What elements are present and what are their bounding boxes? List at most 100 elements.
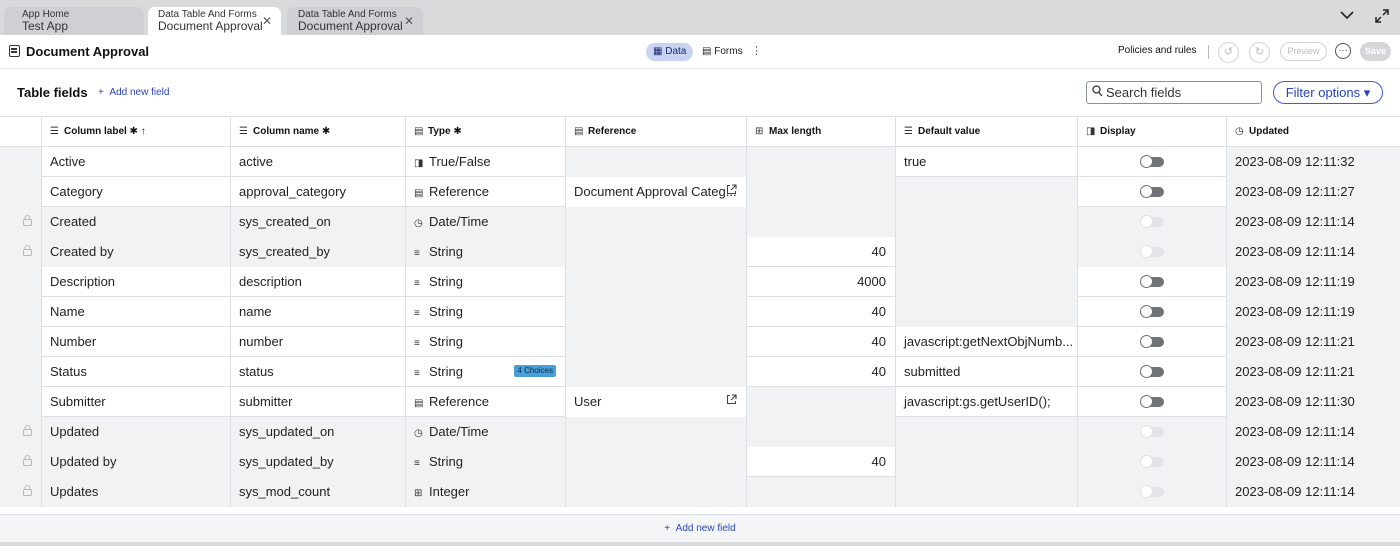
close-icon[interactable]: ✕ [262,14,272,28]
tab-document-approval-active[interactable]: Data Table And Forms Document Approval ✕ [148,7,281,35]
chevron-down-icon[interactable] [1340,8,1354,27]
header-select [0,117,42,147]
save-button[interactable]: Save [1360,42,1391,61]
display-toggle[interactable] [1140,395,1164,408]
plus-icon: + [98,87,110,98]
display-toggle[interactable] [1140,185,1164,198]
more-options-button[interactable]: ··· [1335,43,1351,59]
header-max-length[interactable]: ⊞ Max length [747,117,896,147]
type-value: String [429,274,463,289]
display-toggle[interactable] [1140,275,1164,288]
display-toggle[interactable] [1140,335,1164,348]
header-default-value[interactable]: ☰ Default value [896,117,1078,147]
search-input[interactable] [1106,85,1256,100]
header-column-name[interactable]: ☰ Column name ✱ [231,117,406,147]
tab-strip: App Home Test App Data Table And Forms D… [0,0,1400,35]
header-max-length-text: Max length [769,126,822,137]
redo-button[interactable]: ↻ [1249,42,1270,63]
header-display[interactable]: ◨ Display [1078,117,1227,147]
updated-cell: 2023-08-09 12:11:21 [1227,357,1400,387]
table-icon: ▤ [574,126,584,137]
tab-forms[interactable]: ▤ Forms [702,43,743,61]
reference-cell [566,297,747,327]
default-value-cell [896,207,1078,237]
filter-options-button[interactable]: Filter options ▾ [1273,81,1383,104]
undo-button[interactable]: ↺ [1218,42,1239,63]
expand-icon[interactable] [1374,8,1390,29]
table-row[interactable]: Created sys_created_on ◷ Date/Time 2023-08-0… [0,207,1400,237]
display-cell [1078,357,1227,387]
external-link-icon[interactable] [726,387,737,416]
updated-cell: 2023-08-09 12:11:27 [1227,177,1400,207]
type-cell: ≡ String [406,267,566,297]
table-row[interactable]: Created by sys_created_by ≡ String 40 2023-08… [0,237,1400,267]
column-label-cell: Category [42,177,231,207]
lock-icon [8,215,32,229]
choices-badge[interactable]: 4 Choices [514,365,556,377]
updated-cell: 2023-08-09 12:11:14 [1227,477,1400,507]
updated-cell: 2023-08-09 12:11:21 [1227,327,1400,357]
tab-app-home[interactable]: App Home Test App [4,7,144,35]
display-toggle[interactable] [1140,365,1164,378]
tab-line2: Document Approval [298,19,403,33]
fields-table: ☰ Column label ✱ ↑ ☰ Column name ✱ ▤ Type ✱… [0,116,1400,514]
table-row[interactable]: Description description ≡ String 4000 2023-08… [0,267,1400,297]
table-row[interactable]: Submitter submitter ▤ Reference User javascri… [0,387,1400,417]
column-name-cell: sys_updated_on [231,417,406,447]
display-cell [1078,237,1227,267]
table-row[interactable]: Category approval_category ▤ Reference Docum… [0,177,1400,207]
column-name-cell: status [231,357,406,387]
page-title: Document Approval [26,44,150,59]
add-new-field-link[interactable]: + Add new field [98,87,169,98]
search-box[interactable] [1086,81,1262,104]
close-icon[interactable]: ✕ [404,14,414,28]
header-column-label[interactable]: ☰ Column label ✱ ↑ [42,117,231,147]
header-updated[interactable]: ◷ Updated [1227,117,1400,147]
bottom-bar [0,542,1400,546]
type-value: Integer [429,484,470,499]
display-cell [1078,147,1227,177]
add-new-field-footer[interactable]: + Add new field [0,514,1400,542]
default-value-cell [896,417,1078,447]
external-link-icon[interactable] [726,177,737,206]
type-cell: ⊞ Integer [406,477,566,507]
tab-data[interactable]: ▦ Data [646,43,694,61]
policies-and-rules-link[interactable]: Policies and rules [1118,45,1196,56]
reference-cell: User [566,387,747,417]
table-row[interactable]: Active active ◨ True/False true 2023-08-09 12… [0,147,1400,177]
default-value-cell [896,267,1078,297]
table-row[interactable]: Name name ≡ String 40 2023-08-09 12:11:19 [0,297,1400,327]
display-toggle[interactable] [1140,305,1164,318]
table-row[interactable]: Number number ≡ String 40 javascript:getNextO… [0,327,1400,357]
max-length-cell [747,477,896,507]
column-name-cell: sys_updated_by [231,447,406,477]
max-length-cell: 4000 [747,267,896,297]
display-toggle[interactable] [1140,155,1164,168]
header-reference[interactable]: ▤ Reference [566,117,747,147]
column-name-cell: name [231,297,406,327]
more-vertical-icon[interactable]: ⋮ [751,44,762,57]
column-label-cell: Submitter [42,387,231,417]
updated-cell: 2023-08-09 12:11:19 [1227,297,1400,327]
type-icon: ◨ [414,158,424,169]
row-select-cell [0,267,42,297]
type-icon: ▤ [414,188,424,199]
default-value-cell: javascript:getNextObjNumb... [896,327,1078,357]
add-new-field-label: Add new field [109,87,170,98]
type-cell: ▤ Reference [406,387,566,417]
preview-button[interactable]: Preview [1280,42,1327,61]
lock-icon [8,455,32,469]
row-select-cell [0,237,42,267]
tab-document-approval[interactable]: Data Table And Forms Document Approval ✕ [287,7,423,35]
type-value: String [429,244,463,259]
default-value-cell [896,297,1078,327]
column-name-cell: sys_mod_count [231,477,406,507]
table-row[interactable]: Updated by sys_updated_by ≡ String 40 2023-08… [0,447,1400,477]
header-type[interactable]: ▤ Type ✱ [406,117,566,147]
table-row[interactable]: Updated sys_updated_on ◷ Date/Time 2023-08-0… [0,417,1400,447]
table-row[interactable]: Updates sys_mod_count ⊞ Integer 2023-08-09 1… [0,477,1400,507]
header-type-text: Type ✱ [428,126,462,137]
max-length-cell [747,177,896,207]
table-row[interactable]: Status status ≡ String 4 Choices 40 submitted 2… [0,357,1400,387]
reference-cell: Document Approval Categ... [566,177,747,207]
